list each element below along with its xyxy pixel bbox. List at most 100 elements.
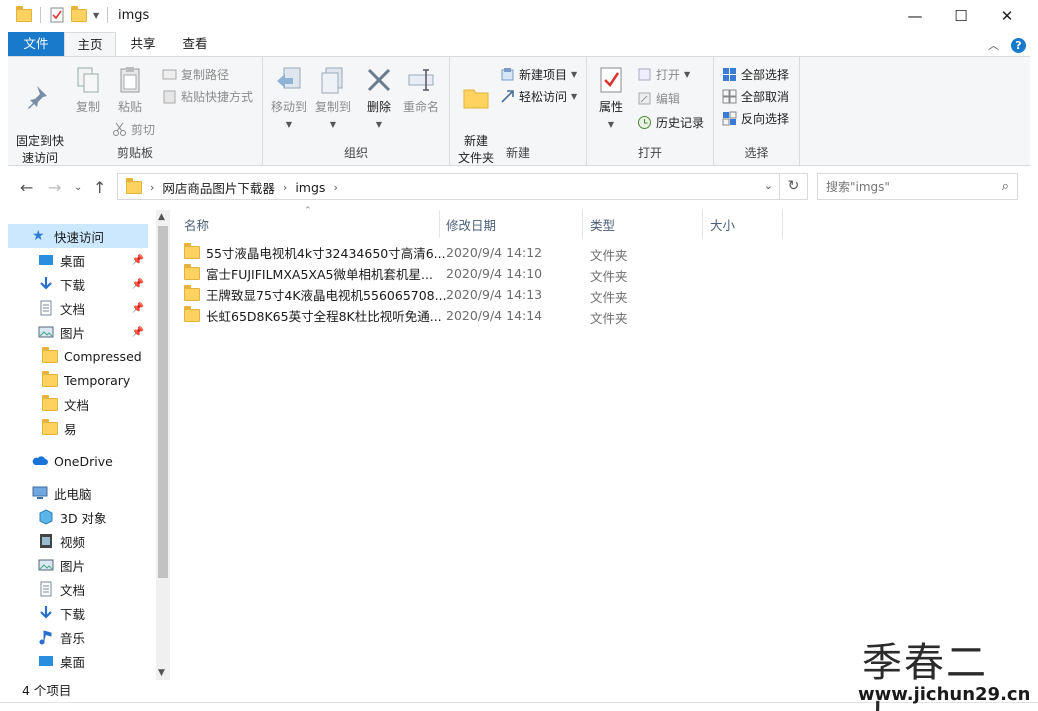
maximize-button[interactable]: ☐	[938, 0, 984, 32]
download-icon	[40, 277, 52, 290]
file-name: 富士FUJIFILMXA5XA5微单相机套机星...	[206, 267, 433, 282]
nav-this-pc[interactable]: 此电脑	[8, 481, 148, 505]
new-group: 新建 文件夹 新建项目 ▼ 轻松访问 ▼ 新建	[450, 57, 587, 165]
nav-item-pictures[interactable]: 图片 📌	[8, 320, 148, 344]
nav-onedrive[interactable]: OneDrive	[8, 449, 148, 473]
edit-button[interactable]: 编辑	[637, 90, 680, 107]
table-row[interactable]: 长虹65D8K65英寸全程8K杜比视听免通... 2020/9/4 14:14 …	[184, 305, 636, 326]
copy-path-button[interactable]: 复制路径	[162, 66, 229, 83]
column-header-size[interactable]: 大小	[702, 214, 782, 238]
search-icon[interactable]: ⌕	[1002, 179, 1009, 194]
new-item-icon	[501, 68, 514, 81]
copy-to-button[interactable]: 复制到 ▼	[311, 65, 355, 133]
copy-path-icon	[162, 69, 177, 80]
properties-button[interactable]: 属性 ▼	[593, 65, 629, 133]
refresh-button[interactable]: ↻	[779, 174, 807, 199]
rename-label: 重命名	[402, 100, 439, 114]
column-header-name[interactable]: 名称	[176, 214, 438, 238]
nav-scrollbar[interactable]: ▲ ▼	[156, 210, 170, 680]
nav-item-downloads[interactable]: 下载 📌	[8, 272, 148, 296]
invert-selection-button[interactable]: 反向选择	[722, 110, 789, 127]
new-item-button[interactable]: 新建项目 ▼	[500, 66, 577, 83]
chevron-right-icon[interactable]: ›	[283, 181, 287, 194]
tab-share[interactable]: 共享	[120, 32, 166, 56]
picture-icon	[38, 326, 54, 338]
select-all-button[interactable]: 全部选择	[722, 66, 789, 83]
nav-item-compressed[interactable]: Compressed	[8, 344, 148, 368]
up-button[interactable]: ↑	[93, 178, 106, 197]
open-dropdown-icon: ▼	[684, 70, 691, 79]
customize-toolbar-icon[interactable]: ▼	[93, 11, 99, 20]
move-to-button[interactable]: 移动到 ▼	[267, 65, 311, 133]
pin-icon[interactable]: 📌	[132, 255, 144, 266]
open-icon	[638, 68, 651, 81]
breadcrumb-item[interactable]: imgs	[295, 180, 325, 195]
chevron-down-icon[interactable]: ⌄	[764, 179, 773, 192]
pin-icon[interactable]: 📌	[132, 279, 144, 290]
file-date: 2020/9/4 14:14	[446, 308, 543, 323]
nav-item-pc-downloads[interactable]: 下载	[8, 601, 148, 625]
column-header-type[interactable]: 类型	[582, 214, 702, 238]
new-folder-icon[interactable]	[71, 5, 87, 22]
column-header-date[interactable]: 修改日期	[438, 214, 582, 238]
cut-button[interactable]: 剪切	[112, 121, 155, 138]
column-divider[interactable]	[782, 210, 783, 238]
paste-shortcut-icon	[163, 90, 176, 104]
scroll-down-icon[interactable]: ▼	[158, 668, 165, 678]
search-box[interactable]: ⌕	[817, 173, 1018, 200]
nav-item-yi[interactable]: 易	[8, 416, 148, 440]
pin-icon[interactable]: 📌	[132, 303, 144, 314]
folder-icon	[42, 394, 58, 411]
recent-locations-icon[interactable]: ⌄	[74, 182, 82, 193]
nav-label: 易	[64, 421, 77, 437]
nav-item-desktop[interactable]: 桌面 📌	[8, 248, 148, 272]
nav-item-documents[interactable]: 文档 📌	[8, 296, 148, 320]
easy-access-button[interactable]: 轻松访问 ▼	[500, 88, 577, 105]
nav-item-docs-folder[interactable]: 文档	[8, 392, 148, 416]
scroll-up-icon[interactable]: ▲	[158, 212, 165, 222]
clipboard-group-label: 剪贴板	[116, 146, 153, 160]
forward-button[interactable]: →	[48, 178, 61, 197]
nav-label: 音乐	[60, 630, 86, 646]
nav-item-pc-desktop[interactable]: 桌面	[8, 649, 148, 673]
chevron-right-icon[interactable]: ›	[333, 181, 337, 194]
address-bar[interactable]: › 网店商品图片下载器 › imgs › ⌄ ↻	[117, 173, 808, 200]
chevron-right-icon[interactable]: ›	[150, 181, 154, 194]
table-row[interactable]: 王牌致显75寸4K液晶电视机556065708... 2020/9/4 14:1…	[184, 284, 636, 305]
copy-button[interactable]: 复制	[70, 65, 106, 116]
collapse-ribbon-icon[interactable]: ︿	[988, 37, 999, 53]
close-button[interactable]: ✕	[984, 0, 1030, 32]
history-button[interactable]: 历史记录	[637, 114, 704, 131]
table-row[interactable]: 55寸液晶电视机4k寸32434650寸高清6... 2020/9/4 14:1…	[184, 242, 636, 263]
help-icon[interactable]: ?	[1011, 37, 1026, 53]
tab-home[interactable]: 主页	[64, 32, 116, 57]
breadcrumb-item[interactable]: 网店商品图片下载器	[162, 178, 275, 197]
nav-item-pc-pictures[interactable]: 图片	[8, 553, 148, 577]
music-icon	[39, 630, 52, 645]
delete-button[interactable]: 删除 ▼	[363, 65, 395, 133]
scroll-thumb[interactable]	[158, 226, 168, 578]
table-row[interactable]: 富士FUJIFILMXA5XA5微单相机套机星... 2020/9/4 14:1…	[184, 263, 636, 284]
ribbon-tabs: 文件 主页 共享 查看	[0, 32, 1038, 57]
nav-item-temporary[interactable]: Temporary	[8, 368, 148, 392]
paste-button[interactable]: 粘贴	[112, 65, 148, 116]
new-folder-icon	[463, 89, 489, 109]
open-button[interactable]: 打开 ▼	[637, 66, 690, 83]
nav-item-3d-objects[interactable]: 3D 对象	[8, 505, 148, 529]
minimize-button[interactable]: —	[892, 0, 938, 32]
search-input[interactable]	[818, 174, 988, 199]
nav-quick-access[interactable]: ★ 快速访问	[8, 224, 148, 248]
select-none-button[interactable]: 全部取消	[722, 88, 789, 105]
nav-item-music[interactable]: 音乐	[8, 625, 148, 649]
rename-button[interactable]: 重命名	[399, 65, 443, 116]
nav-label: 快速访问	[54, 229, 105, 245]
nav-item-videos[interactable]: 视频	[8, 529, 148, 553]
nav-item-pc-documents[interactable]: 文档	[8, 577, 148, 601]
select-group-label: 选择	[744, 146, 769, 160]
back-button[interactable]: ←	[20, 178, 33, 197]
tab-view[interactable]: 查看	[172, 32, 218, 56]
paste-shortcut-button[interactable]: 粘贴快捷方式	[162, 88, 253, 105]
tab-file[interactable]: 文件	[8, 32, 64, 56]
properties-icon[interactable]	[49, 7, 65, 23]
pin-icon[interactable]: 📌	[132, 327, 144, 338]
